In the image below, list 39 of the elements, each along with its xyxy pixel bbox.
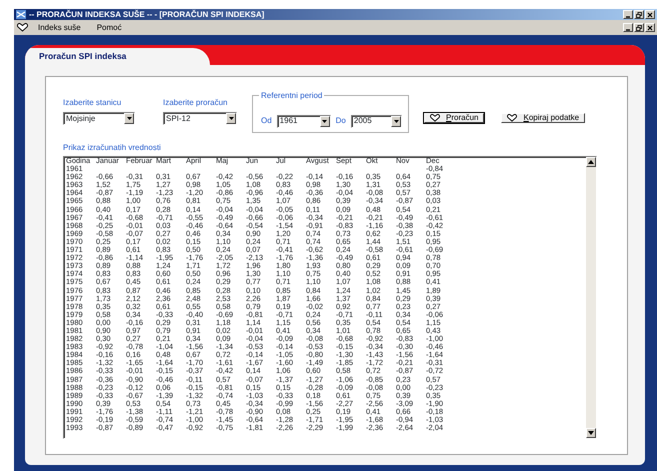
scroll-up-button[interactable]	[586, 157, 596, 167]
caret-down-icon	[126, 117, 132, 120]
scroll-down-button[interactable]	[586, 428, 596, 438]
restore-icon	[636, 24, 642, 30]
restore-button[interactable]	[634, 10, 644, 19]
action-button[interactable]: Proračun	[424, 113, 484, 123]
panel-title: Proračun SPI indeksa	[39, 50, 126, 63]
heart-icon	[507, 114, 518, 122]
minimize-button[interactable]	[623, 23, 633, 32]
caret-down-icon	[322, 120, 328, 122]
heart-icon	[17, 23, 28, 32]
action-button[interactable]: Kopiraj podatke	[501, 113, 586, 123]
close-button[interactable]	[645, 23, 655, 32]
caret-down-icon	[228, 117, 234, 120]
from-label: Od	[261, 116, 272, 126]
restore-button[interactable]	[634, 23, 644, 32]
scrollbar[interactable]	[586, 157, 596, 438]
window-title: -- PRORAČUN INDEKSA SUŠE -- - [PRORAČUN SPI INDEKSA]	[29, 10, 264, 20]
caret-down-icon	[588, 431, 594, 435]
results-caption: Prikaz izračunatih vrednosti	[63, 143, 162, 153]
close-button[interactable]	[645, 10, 655, 19]
to-label: Do	[336, 116, 346, 126]
from-dropdown[interactable]: 1961	[276, 114, 331, 128]
close-icon	[647, 12, 653, 18]
calculation-label: Izaberite proračun	[163, 98, 228, 108]
station-dropdown[interactable]: Mojsinje	[63, 112, 135, 125]
caret-up-icon	[588, 160, 594, 164]
restore-icon	[636, 12, 642, 18]
menu-item[interactable]: Pomoć	[96, 22, 122, 32]
period-legend: Referentni period	[259, 91, 324, 101]
station-label: Izaberite stanicu	[63, 98, 122, 108]
menu-item[interactable]: Indeks suše	[38, 22, 81, 32]
heart-icon	[430, 114, 440, 122]
app-icon	[16, 10, 26, 19]
minimize-button[interactable]	[623, 10, 633, 19]
caret-down-icon	[394, 120, 398, 122]
calculation-dropdown[interactable]: SPI-12	[163, 112, 237, 125]
close-icon	[647, 24, 653, 30]
to-dropdown[interactable]: 2005	[350, 114, 402, 128]
